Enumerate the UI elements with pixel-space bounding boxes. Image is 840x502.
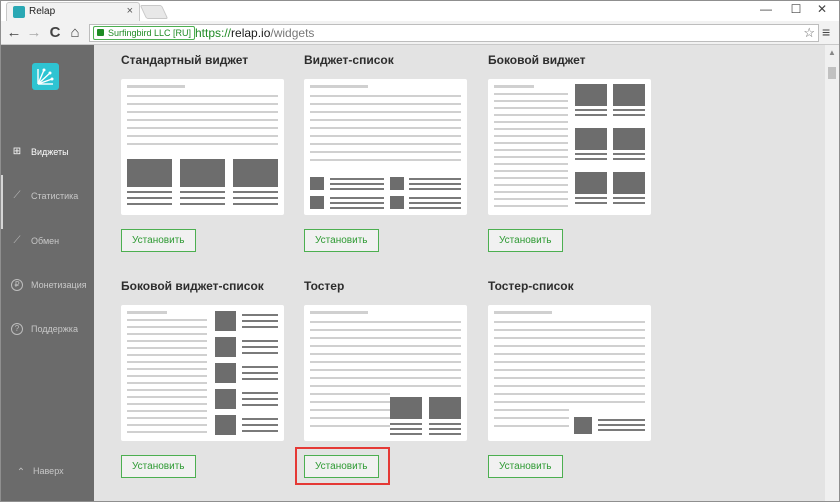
ruble-icon: ₽ — [11, 279, 23, 291]
sidebar-item-label: Обмен — [31, 236, 60, 246]
install-button[interactable]: Установить — [488, 455, 563, 478]
lock-icon — [97, 29, 104, 36]
widget-preview[interactable] — [304, 79, 467, 215]
chevron-up-icon: ⌃ — [16, 467, 26, 478]
widget-preview[interactable] — [488, 305, 651, 441]
sidebar: ⊞ Виджеты ⟋ Статистика ⟋ Обмен ₽ Монетиз… — [1, 45, 94, 501]
widget-preview[interactable] — [121, 79, 284, 215]
scrollbar-thumb[interactable] — [828, 67, 836, 79]
widget-preview[interactable] — [121, 305, 284, 441]
relap-logo-icon[interactable] — [32, 63, 59, 90]
install-button[interactable]: Установить — [304, 229, 379, 252]
ev-label: Surfingbird LLC [RU] — [108, 28, 192, 38]
sidebar-item-label: Статистика — [31, 191, 79, 201]
help-icon: ? — [11, 323, 23, 335]
browser-tab[interactable]: Relap × — [6, 2, 140, 21]
sidebar-item-support[interactable]: ? Поддержка — [1, 317, 94, 341]
install-button[interactable]: Установить — [488, 229, 563, 252]
url-scheme: https:// — [195, 26, 232, 40]
chart-icon: ⟋ — [13, 190, 21, 201]
browser-toolbar: ← → C ⌂ Surfingbird LLC [RU] https://rel… — [1, 21, 839, 45]
widget-preview[interactable] — [304, 305, 467, 441]
address-bar[interactable]: Surfingbird LLC [RU] https://relap.io/wi… — [89, 24, 819, 42]
tab-title: Relap — [29, 6, 56, 17]
url-path: /widgets — [270, 26, 315, 40]
scroll-to-top-link[interactable]: ⌃ Наверх — [1, 459, 94, 483]
scroll-to-top-label: Наверх — [33, 466, 64, 476]
grid-icon: ⊞ — [12, 146, 22, 157]
back-arrow-icon[interactable]: ← — [5, 24, 23, 42]
install-button[interactable]: Установить — [121, 455, 196, 478]
reload-icon[interactable]: C — [46, 24, 64, 42]
page-scrollbar[interactable]: ▲ — [825, 45, 839, 501]
maximize-button[interactable]: ☐ — [783, 2, 809, 16]
install-button[interactable]: Установить — [121, 229, 196, 252]
sidebar-item-monetization[interactable]: ₽ Монетизация — [1, 273, 94, 297]
minimize-button[interactable]: — — [753, 2, 779, 16]
scroll-up-icon[interactable]: ▲ — [828, 48, 836, 57]
widget-title: Стандартный виджет — [121, 53, 249, 67]
url-text[interactable]: https://relap.io/widgets — [195, 26, 314, 41]
sidebar-item-label: Монетизация — [31, 280, 87, 290]
sidebar-item-widgets[interactable]: ⊞ Виджеты — [1, 140, 94, 164]
widgets-gallery: Стандартный виджет Установить Виджет-спи… — [94, 45, 825, 501]
url-host: relap.io — [231, 26, 271, 40]
new-tab-button[interactable] — [139, 5, 169, 19]
ev-certificate-badge[interactable]: Surfingbird LLC [RU] — [93, 26, 196, 40]
browser-menu-icon[interactable]: ≡ — [822, 24, 830, 40]
browser-window: Relap × — ☐ ✕ ← → C ⌂ Surfingbird LLC [R… — [0, 0, 840, 502]
sidebar-item-label: Поддержка — [31, 324, 78, 334]
install-button[interactable]: Установить — [304, 455, 379, 478]
widget-title: Тостер — [304, 279, 345, 293]
exchange-icon: ⟋ — [13, 235, 21, 246]
sidebar-item-exchange[interactable]: ⟋ Обмен — [1, 229, 94, 253]
bookmark-star-icon[interactable]: ☆ — [803, 25, 815, 41]
relap-favicon-icon — [13, 6, 25, 18]
home-icon[interactable]: ⌂ — [66, 24, 84, 42]
close-window-button[interactable]: ✕ — [809, 2, 835, 16]
widget-title: Виджет-список — [304, 53, 394, 67]
sidebar-item-statistics[interactable]: ⟋ Статистика — [1, 184, 94, 208]
sidebar-item-label: Виджеты — [31, 147, 69, 157]
title-bar: Relap × — ☐ ✕ — [1, 1, 839, 21]
forward-arrow-icon[interactable]: → — [25, 24, 43, 42]
widget-preview[interactable] — [488, 79, 651, 215]
widget-title: Боковой виджет — [488, 53, 586, 67]
tab-close-icon[interactable]: × — [127, 5, 133, 17]
widget-title: Тостер-список — [488, 279, 574, 293]
widget-title: Боковой виджет-список — [121, 279, 264, 293]
